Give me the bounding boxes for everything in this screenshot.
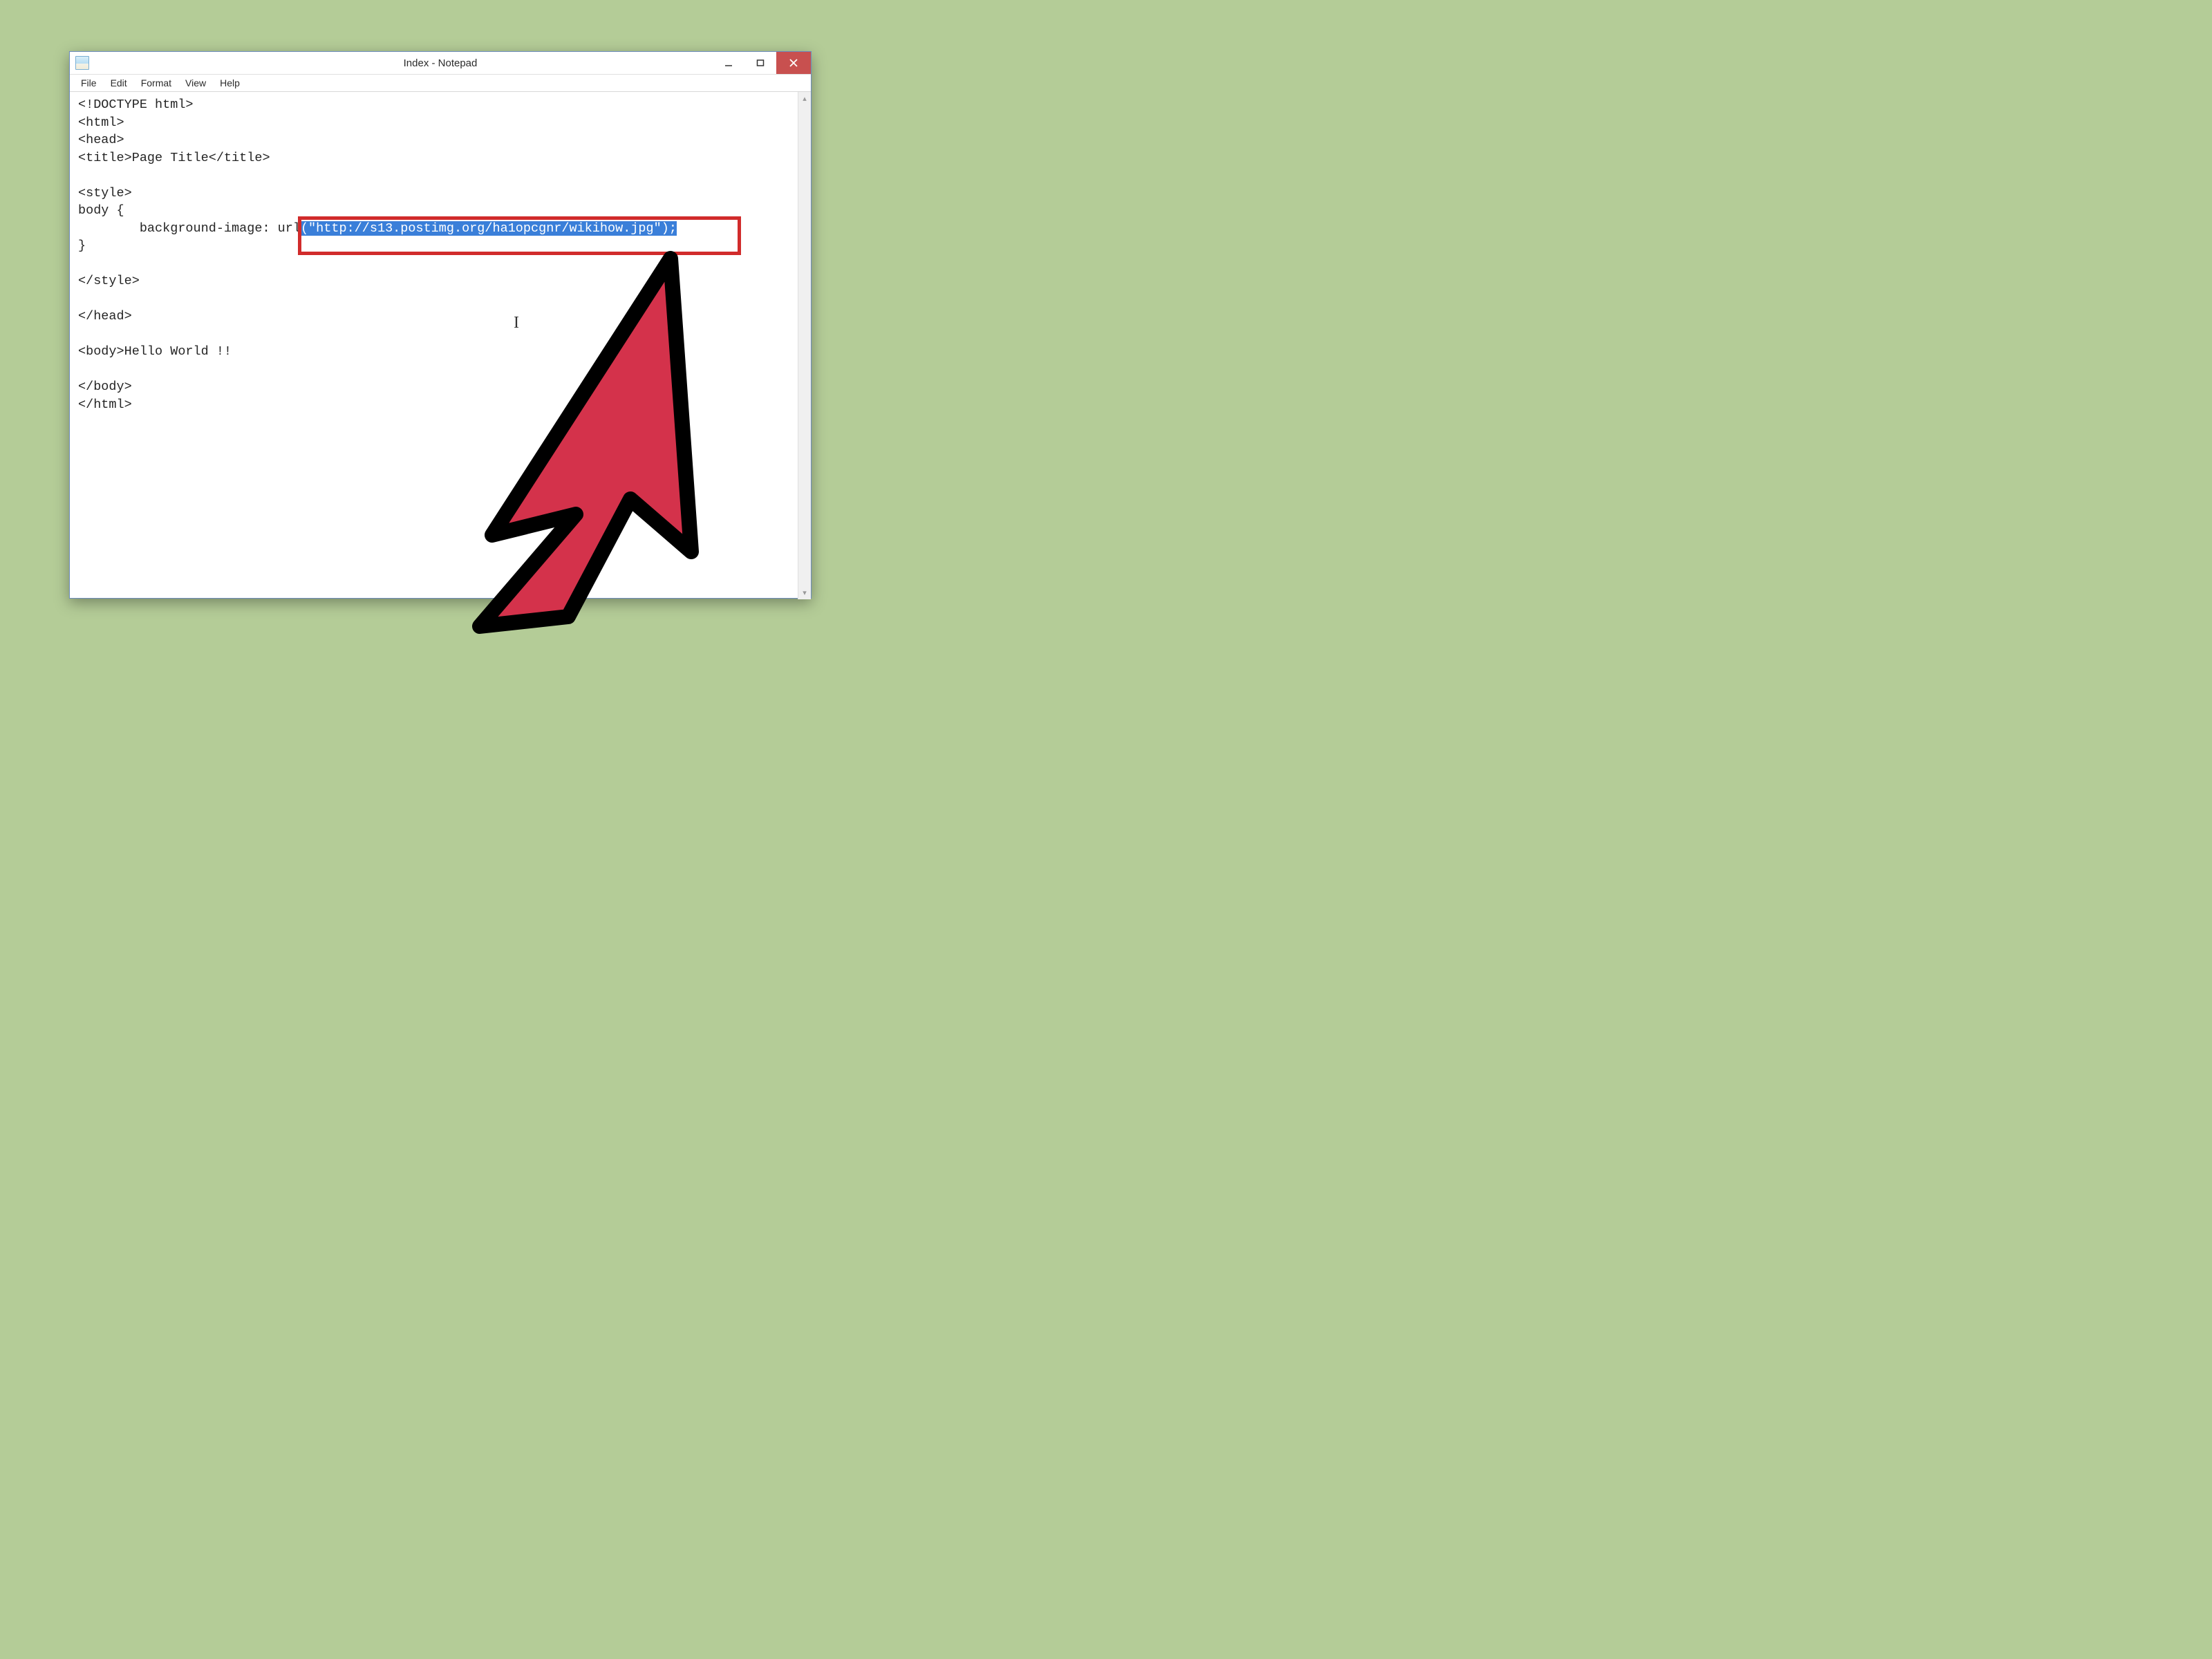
code-line: } <box>78 238 86 253</box>
code-line: </body> <box>78 379 132 394</box>
menu-view[interactable]: View <box>178 76 213 90</box>
notepad-icon <box>75 56 89 70</box>
text-editor[interactable]: <!DOCTYPE html> <html> <head> <title>Pag… <box>70 92 798 599</box>
scroll-down-icon[interactable]: ▾ <box>803 586 807 599</box>
code-line: <body>Hello World !! <box>78 344 232 359</box>
scroll-up-icon[interactable]: ▴ <box>803 92 807 105</box>
menu-help[interactable]: Help <box>213 76 247 90</box>
minimize-button[interactable] <box>713 52 744 74</box>
vertical-scrollbar[interactable]: ▴ ▾ <box>798 92 811 599</box>
code-line: <title>Page Title</title> <box>78 151 270 165</box>
menu-edit[interactable]: Edit <box>104 76 134 90</box>
text-cursor-icon: I <box>514 312 519 335</box>
code-line: body { <box>78 203 124 218</box>
maximize-icon <box>756 59 765 67</box>
code-line: </html> <box>78 397 132 412</box>
titlebar[interactable]: Index - Notepad <box>70 52 811 75</box>
notepad-window: Index - Notepad File Edit Format View He… <box>69 51 812 599</box>
window-controls <box>713 52 811 74</box>
editor-wrap: <!DOCTYPE html> <html> <head> <title>Pag… <box>70 92 811 599</box>
menu-format[interactable]: Format <box>134 76 178 90</box>
code-line: <html> <box>78 115 124 130</box>
maximize-button[interactable] <box>744 52 776 74</box>
close-icon <box>789 59 798 67</box>
window-title: Index - Notepad <box>70 57 811 69</box>
code-line: <!DOCTYPE html> <box>78 97 194 112</box>
code-line: </style> <box>78 274 140 288</box>
minimize-icon <box>724 59 733 67</box>
selected-text[interactable]: ("http://s13.postimg.org/ha1opcgnr/wikih… <box>301 221 677 236</box>
code-line-pre: background-image: url <box>78 221 301 236</box>
close-button[interactable] <box>776 52 811 74</box>
menu-bar: File Edit Format View Help <box>70 75 811 92</box>
menu-file[interactable]: File <box>74 76 104 90</box>
code-line: <head> <box>78 133 124 147</box>
code-line: </head> <box>78 309 132 324</box>
code-line: <style> <box>78 186 132 200</box>
